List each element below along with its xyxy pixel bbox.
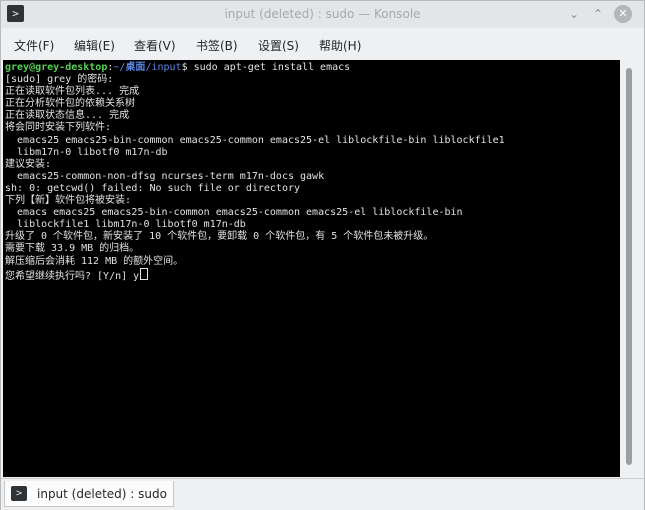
output-line: 解压缩后会消耗 112 MB 的额外空间。 — [5, 255, 184, 267]
text-cursor — [140, 267, 149, 280]
output-line: liblockfile1 libm17n-0 libotf0 m17n-db — [5, 219, 246, 231]
output-line: 正在读取状态信息... 完成 — [5, 110, 130, 122]
tab-session[interactable]: > input (deleted) : sudo — [4, 481, 174, 507]
tab-label: input (deleted) : sudo — [37, 487, 167, 501]
scrollbar[interactable] — [621, 60, 643, 477]
output-line: 建议安装: — [5, 158, 52, 170]
menu-edit[interactable]: 编辑(E) — [74, 37, 115, 54]
output-line: sh: 0: getcwd() failed: No such file or … — [5, 182, 301, 194]
minimize-button[interactable]: ⌄ — [567, 7, 581, 21]
output-line: 下列【新】软件包将被安装: — [5, 195, 132, 207]
menu-settings[interactable]: 设置(S) — [258, 37, 299, 54]
prompt-path-home: ~/ — [113, 62, 126, 73]
tab-bar: > input (deleted) : sudo — [1, 478, 644, 510]
output-line: emacs25-common-non-dfsg ncurses-term m17… — [5, 170, 325, 182]
confirm-prompt: 您希望继续执行吗? [Y/n] y — [5, 270, 140, 282]
terminal-icon: > — [11, 486, 27, 501]
prompt-user: grey@grey-desktop — [5, 62, 108, 73]
output-line: libm17n-0 libotf0 m17n-db — [5, 146, 168, 158]
window-title: input (deleted) : sudo — Konsole — [224, 7, 421, 21]
konsole-window: > input (deleted) : sudo — Konsole ⌄ ⌃ ✕… — [0, 0, 645, 510]
command-text: sudo apt-get install emacs — [187, 62, 351, 73]
output-line: emacs25 emacs25-bin-common emacs25-commo… — [5, 134, 505, 146]
menu-bookmarks[interactable]: 书签(B) — [196, 37, 238, 54]
prompt-line: grey@grey-desktop:~/桌面/input$ sudo apt-g… — [5, 62, 505, 74]
output-line: 升级了 0 个软件包，新安装了 10 个软件包，要卸载 0 个软件包，有 5 个… — [5, 231, 434, 243]
prompt-path-desktop: 桌面 — [125, 62, 146, 73]
output-line: 将会同时安装下列软件: — [5, 122, 112, 134]
input-line: 您希望继续执行吗? [Y/n] y — [5, 267, 505, 282]
menu-help[interactable]: 帮助(H) — [319, 37, 361, 54]
terminal-area[interactable]: grey@grey-desktop:~/桌面/input$ sudo apt-g… — [3, 60, 620, 477]
terminal-output: grey@grey-desktop:~/桌面/input$ sudo apt-g… — [5, 62, 505, 282]
menu-view[interactable]: 查看(V) — [134, 37, 176, 54]
menu-file[interactable]: 文件(F) — [14, 37, 54, 54]
close-button[interactable]: ✕ — [614, 5, 632, 23]
output-line: [sudo] grey 的密码: — [5, 74, 114, 86]
output-line: 需要下载 33.9 MB 的归档。 — [5, 243, 140, 255]
output-line: 正在分析软件包的依赖关系树 — [5, 98, 135, 110]
prompt-path-rest: /input — [145, 62, 182, 73]
menu-bar: 文件(F) 编辑(E) 查看(V) 书签(B) 设置(S) 帮助(H) — [1, 32, 644, 56]
scrollbar-thumb[interactable] — [626, 68, 632, 465]
output-line: 正在读取软件包列表... 完成 — [5, 86, 140, 98]
maximize-button[interactable]: ⌃ — [591, 7, 605, 21]
title-bar[interactable]: > input (deleted) : sudo — Konsole ⌄ ⌃ ✕ — [1, 1, 644, 28]
output-line: emacs emacs25 emacs25-bin-common emacs25… — [5, 207, 463, 219]
